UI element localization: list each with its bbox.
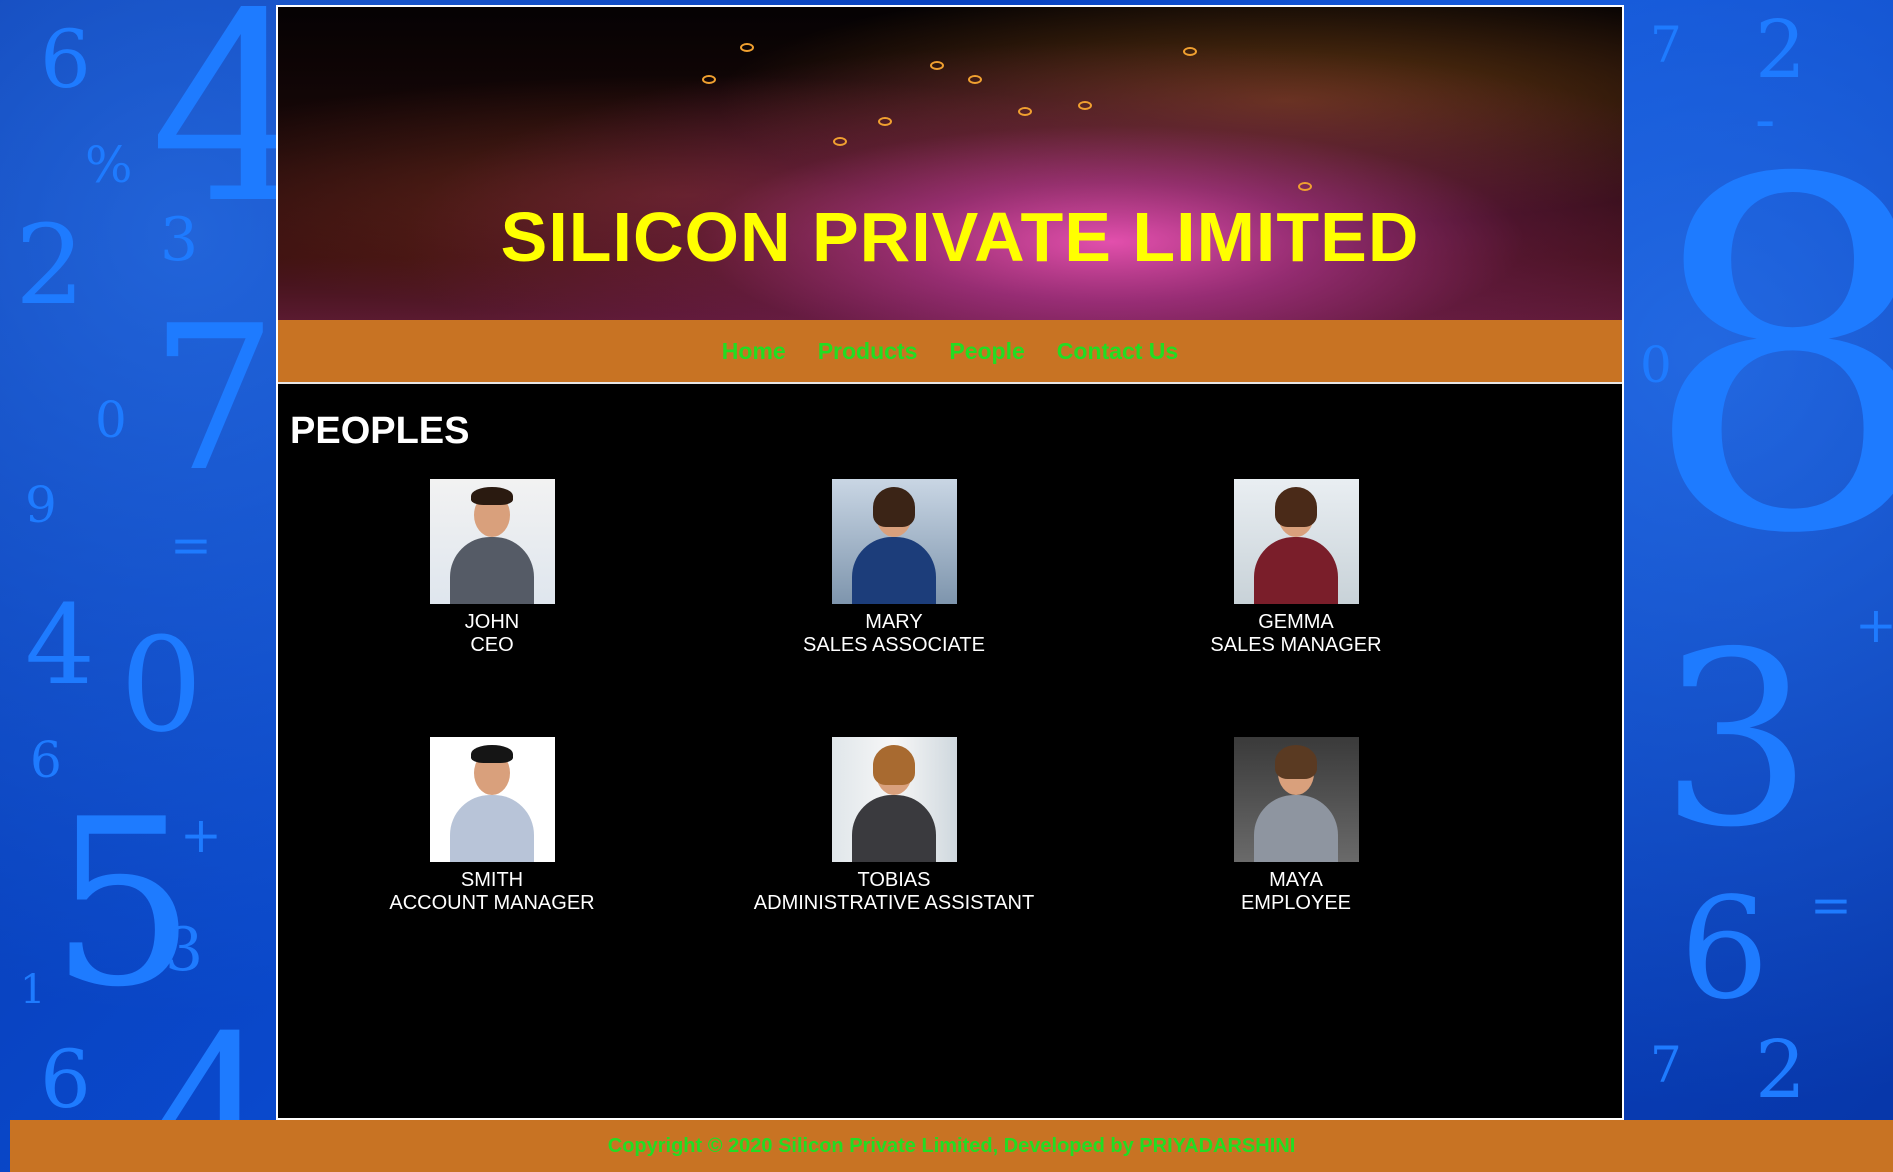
person-card: JOHN CEO (292, 479, 692, 657)
person-role: ACCOUNT MANAGER (389, 892, 595, 914)
person-card: SMITH ACCOUNT MANAGER (292, 737, 692, 915)
nav-home[interactable]: Home (722, 338, 786, 365)
footer: Copyright © 2020 Silicon Private Limited… (10, 1120, 1893, 1172)
header-banner: SILICON PRIVATE LIMITED (278, 7, 1622, 320)
person-photo (831, 737, 957, 862)
nav-people[interactable]: People (949, 338, 1024, 365)
person-photo (429, 737, 555, 862)
person-photo (429, 479, 555, 604)
copyright-text: Copyright © 2020 Silicon Private Limited… (607, 1134, 1296, 1157)
person-role: EMPLOYEE (1240, 892, 1352, 914)
person-photo (831, 479, 957, 604)
person-role: SALES ASSOCIATE (803, 634, 985, 656)
person-card: GEMMA SALES MANAGER (1096, 479, 1496, 657)
person-name: MARY (865, 611, 923, 633)
person-name: TOBIAS (857, 869, 931, 891)
nav-products[interactable]: Products (818, 338, 918, 365)
main-content: PEOPLES JOHN CEO MARY SALES ASSOCIATE GE… (278, 384, 1622, 915)
person-role: ADMINISTRATIVE ASSISTANT (753, 892, 1035, 914)
person-name: JOHN (464, 611, 520, 633)
site-title: SILICON PRIVATE LIMITED (500, 198, 1420, 276)
person-name: GEMMA (1258, 611, 1334, 633)
person-card: MAYA EMPLOYEE (1096, 737, 1496, 915)
main-nav: Home Products People Contact Us (278, 320, 1622, 384)
person-card: TOBIAS ADMINISTRATIVE ASSISTANT (694, 737, 1094, 915)
person-photo (1233, 479, 1359, 604)
person-role: CEO (470, 634, 514, 656)
person-name: SMITH (460, 869, 524, 891)
person-role: SALES MANAGER (1210, 634, 1382, 656)
nav-contact-us[interactable]: Contact Us (1057, 338, 1178, 365)
person-card: MARY SALES ASSOCIATE (694, 479, 1094, 657)
person-name: MAYA (1269, 869, 1323, 891)
section-title: PEOPLES (290, 410, 470, 452)
person-photo (1233, 737, 1359, 862)
page-container: SILICON PRIVATE LIMITED Home Products Pe… (276, 5, 1624, 1120)
people-grid: JOHN CEO MARY SALES ASSOCIATE GEMMA SALE… (290, 479, 1610, 915)
